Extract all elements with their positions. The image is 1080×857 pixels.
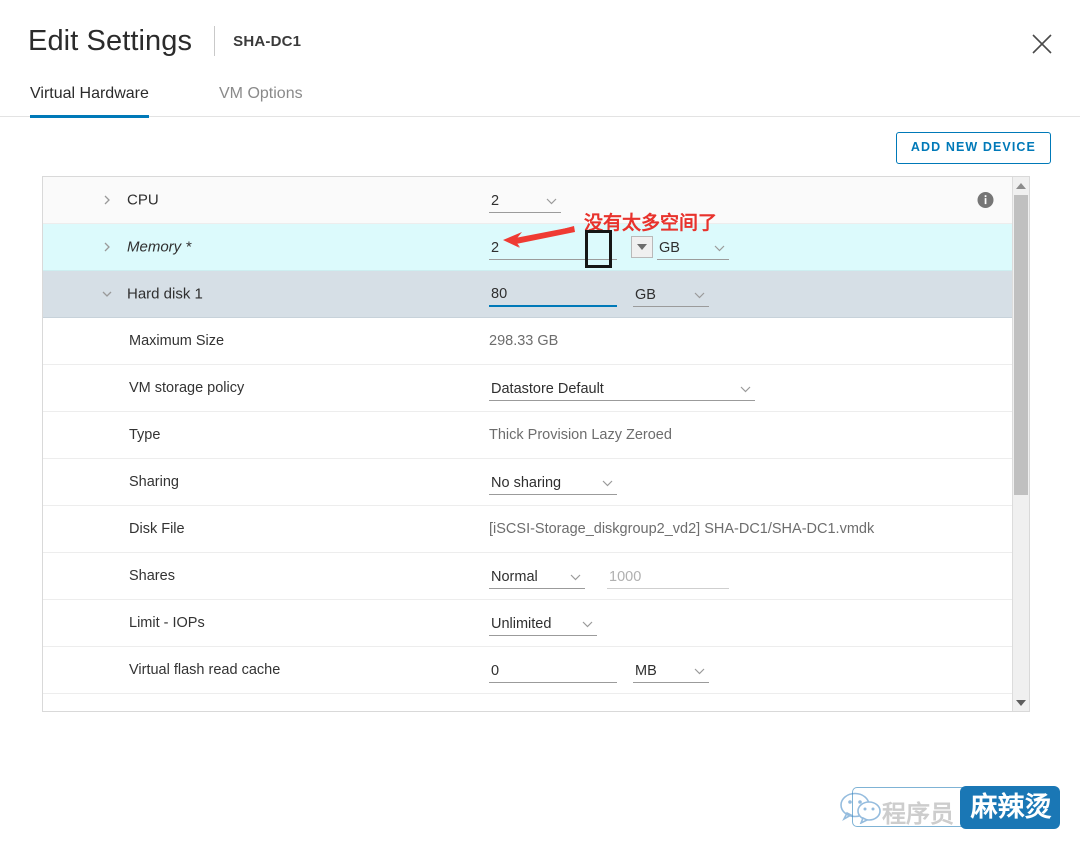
triangle-down-glyph (1016, 699, 1026, 706)
chevron-down-icon (546, 197, 557, 205)
row-label-type: Type (129, 427, 161, 443)
cpu-count-value: 2 (491, 193, 500, 209)
annotation-note-text: 没有太多空间了 (584, 212, 718, 234)
scrollbar-thumb[interactable] (1014, 195, 1028, 495)
table-row-type: Type Thick Provision Lazy Zeroed (43, 412, 1012, 459)
shares-level-select[interactable]: Normal (489, 563, 585, 589)
chevron-down-icon (582, 620, 593, 628)
memory-unit-dropdown-toggle[interactable] (631, 236, 653, 258)
row-label-maximum-size: Maximum Size (129, 333, 225, 349)
chevron-down-icon (694, 667, 705, 675)
row-label-hard-disk-1: Hard disk 1 (127, 285, 203, 303)
sharing-value: No sharing (491, 475, 562, 491)
disk-file-value: [iSCSI-Storage_diskgroup2_vd2] SHA-DC1/S… (489, 521, 875, 537)
shares-amount-input[interactable]: 1000 (607, 563, 729, 589)
scrollbar-up-arrow-icon[interactable] (1013, 177, 1029, 194)
vm-storage-policy-select[interactable]: Datastore Default (489, 375, 755, 401)
row-label-shares: Shares (129, 568, 175, 584)
watermark-faint-text: 程序员 (882, 800, 954, 828)
table-row-cpu[interactable]: CPU 2 (43, 177, 1012, 224)
triangle-down-icon (637, 244, 647, 250)
add-new-device-button[interactable]: ADD NEW DEVICE (895, 132, 1051, 164)
shares-level-value: Normal (491, 569, 538, 585)
memory-size-value: 2 (491, 240, 500, 256)
table-row-partial (43, 694, 1012, 711)
maximum-size-value: 298.33 GB (489, 333, 559, 349)
table-row-shares: Shares Normal 1000 (43, 553, 1012, 600)
table-row-vm-storage-policy: VM storage policy Datastore Default (43, 365, 1012, 412)
title-divider (214, 26, 216, 56)
virtual-flash-cache-unit-value: MB (635, 663, 657, 679)
memory-unit-value: GB (659, 240, 680, 256)
watermark: 程序员 麻辣烫 (838, 786, 1068, 832)
table-row-disk-file: Disk File [iSCSI-Storage_diskgroup2_vd2]… (43, 506, 1012, 553)
sharing-select[interactable]: No sharing (489, 469, 617, 495)
hard-disk-size-value: 80 (491, 286, 508, 302)
vertical-scrollbar[interactable] (1012, 177, 1029, 711)
close-icon[interactable] (1028, 30, 1056, 58)
chevron-right-icon[interactable] (101, 241, 113, 253)
scrollbar-down-arrow-icon[interactable] (1013, 694, 1029, 711)
watermark-badge-text: 麻辣烫 (970, 792, 1052, 823)
virtual-flash-cache-unit-select[interactable]: MB (633, 657, 709, 683)
table-row-hard-disk-1[interactable]: Hard disk 1 80 GB (43, 271, 1012, 318)
row-label-vm-storage-policy: VM storage policy (129, 380, 245, 396)
hard-disk-unit-select[interactable]: GB (633, 281, 709, 307)
title-row: Edit Settings SHA-DC1 (28, 22, 301, 60)
dialog-header: Edit Settings SHA-DC1 (0, 0, 1080, 78)
limit-iops-select[interactable]: Unlimited (489, 610, 597, 636)
tab-bar: Virtual Hardware VM Options (0, 78, 1080, 118)
table-row-virtual-flash-read-cache: Virtual flash read cache 0 MB (43, 647, 1012, 694)
vm-name: SHA-DC1 (233, 32, 302, 50)
chevron-down-icon (714, 244, 725, 252)
type-value: Thick Provision Lazy Zeroed (489, 427, 672, 443)
memory-size-input[interactable]: 2 (489, 234, 617, 260)
row-label-memory: Memory * (127, 238, 192, 256)
tab-vm-options[interactable]: VM Options (219, 78, 303, 115)
device-rows-viewport: CPU 2 Memory * 2 GB Hard disk 1 80 GB Ma… (43, 177, 1012, 711)
row-label-virtual-flash-read-cache: Virtual flash read cache (129, 662, 281, 678)
virtual-flash-cache-value: 0 (491, 663, 500, 679)
table-row-maximum-size: Maximum Size 298.33 GB (43, 318, 1012, 365)
tab-virtual-hardware[interactable]: Virtual Hardware (30, 78, 149, 118)
row-label-disk-file: Disk File (129, 521, 185, 537)
hard-disk-size-input[interactable]: 80 (489, 281, 617, 307)
table-row-sharing: Sharing No sharing (43, 459, 1012, 506)
chevron-down-icon (740, 385, 751, 393)
hard-disk-unit-value: GB (635, 287, 656, 303)
device-list-panel: CPU 2 Memory * 2 GB Hard disk 1 80 GB Ma… (42, 176, 1030, 712)
row-label-limit-iops: Limit - IOPs (129, 615, 205, 631)
wechat-icon (838, 792, 886, 825)
table-row-limit-iops: Limit - IOPs Unlimited (43, 600, 1012, 647)
cpu-count-select[interactable]: 2 (489, 187, 561, 213)
triangle-up-glyph (1016, 182, 1026, 189)
chevron-down-icon (694, 291, 705, 299)
chevron-down-icon (570, 573, 581, 581)
shares-amount-value: 1000 (609, 569, 642, 585)
chevron-down-icon (602, 479, 613, 487)
chevron-down-icon[interactable] (101, 288, 113, 300)
info-icon[interactable] (977, 192, 994, 209)
row-label-sharing: Sharing (129, 474, 179, 490)
virtual-flash-cache-input[interactable]: 0 (489, 657, 617, 683)
limit-iops-value: Unlimited (491, 616, 552, 632)
page-title: Edit Settings (28, 25, 193, 57)
row-label-cpu: CPU (127, 191, 159, 209)
chevron-right-icon[interactable] (101, 194, 113, 206)
table-row-memory[interactable]: Memory * 2 GB (43, 224, 1012, 271)
memory-unit-select[interactable]: GB (657, 234, 729, 260)
vm-storage-policy-value: Datastore Default (491, 381, 604, 397)
